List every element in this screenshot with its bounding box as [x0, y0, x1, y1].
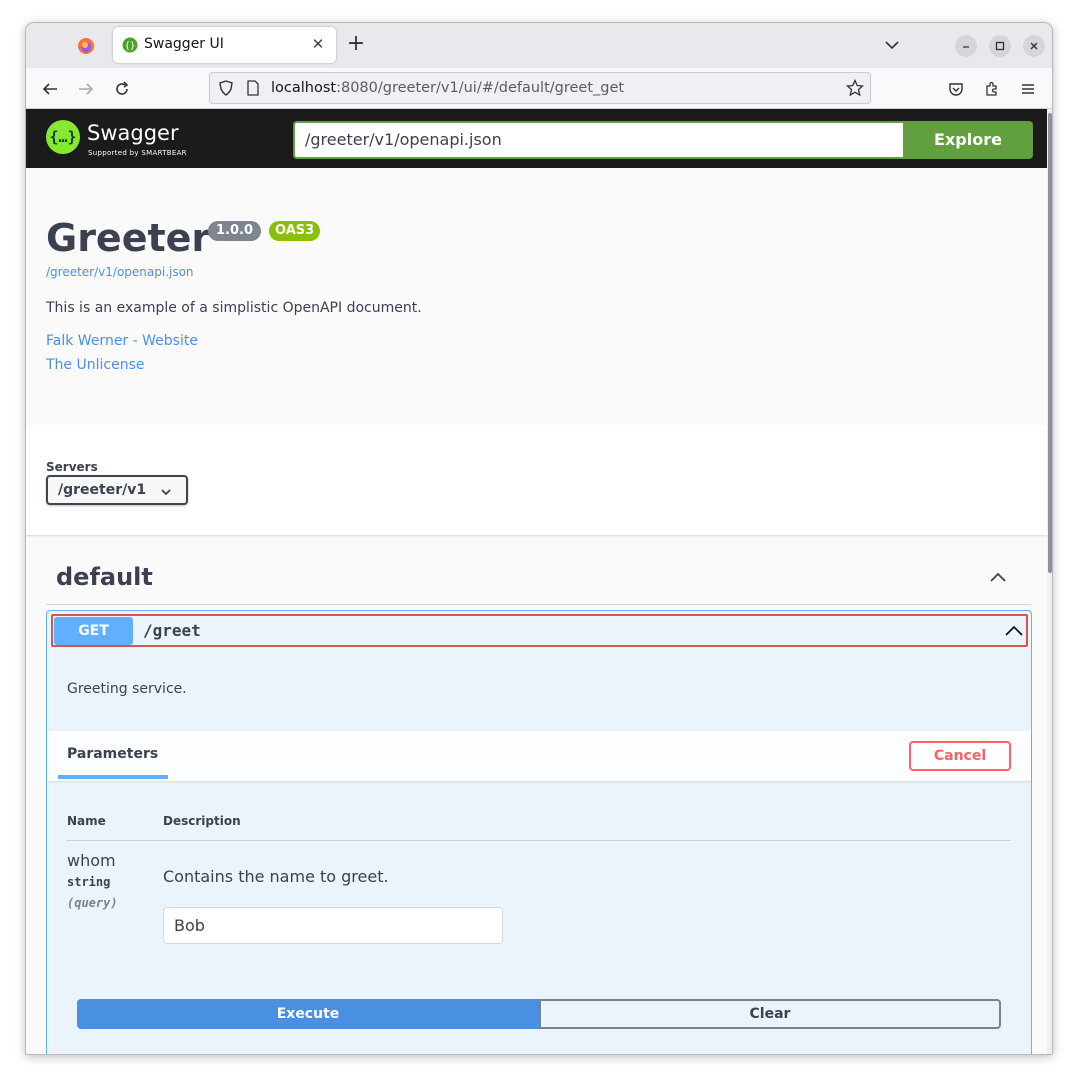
- close-window-icon[interactable]: [1023, 35, 1045, 57]
- back-arrow-icon[interactable]: [38, 77, 62, 101]
- tab-close-icon[interactable]: ✕: [308, 34, 328, 54]
- explore-form: /greeter/v1/openapi.json Explore: [293, 121, 1033, 159]
- servers-section: Servers /greeter/v1: [26, 425, 1048, 535]
- maximize-icon[interactable]: [989, 35, 1011, 57]
- parameters-header: Parameters Cancel: [47, 731, 1031, 781]
- operation-path: /greet: [143, 621, 201, 640]
- shield-icon[interactable]: [218, 80, 234, 100]
- operation-block: GET /greet Greeting service. Parameters …: [46, 610, 1032, 1054]
- server-select[interactable]: /greeter/v1: [46, 475, 188, 505]
- chevron-down-icon: [160, 483, 172, 496]
- address-bar[interactable]: localhost:8080/greeter/v1/ui/#/default/g…: [209, 72, 871, 104]
- license-link[interactable]: The Unlicense: [46, 357, 144, 373]
- swagger-logo-icon[interactable]: {…}: [46, 120, 80, 154]
- column-header-description: Description: [163, 814, 241, 828]
- operation-collapse-arrow-icon[interactable]: [1004, 621, 1024, 641]
- swagger-topbar: {…} Swagger Supported by SMARTBEAR /gree…: [26, 109, 1048, 168]
- swagger-favicon-icon: {}: [122, 37, 138, 53]
- new-tab-icon[interactable]: +: [344, 33, 368, 57]
- parameter-type: string: [67, 875, 111, 889]
- tag-heading[interactable]: default: [56, 563, 153, 591]
- navigation-toolbar: localhost:8080/greeter/v1/ui/#/default/g…: [26, 68, 1052, 109]
- scrollbar-thumb[interactable]: [1048, 113, 1052, 573]
- reload-icon[interactable]: [110, 77, 134, 101]
- url-path: :8080/greeter/v1/ui/#/default/greet_get: [336, 80, 625, 96]
- spec-url-input[interactable]: /greeter/v1/openapi.json: [293, 121, 903, 159]
- tab-parameters[interactable]: Parameters: [67, 746, 158, 762]
- parameter-location: (query): [67, 896, 118, 910]
- minimize-icon[interactable]: [955, 35, 977, 57]
- menu-hamburger-icon[interactable]: [1016, 77, 1040, 101]
- svg-text:{}: {}: [125, 42, 136, 52]
- contact-link[interactable]: Falk Werner - Website: [46, 333, 198, 349]
- api-title: Greeter: [46, 216, 211, 260]
- column-header-name: Name: [67, 814, 106, 828]
- api-description: This is an example of a simplistic OpenA…: [46, 300, 422, 316]
- pocket-icon[interactable]: [944, 77, 968, 101]
- operation-summary[interactable]: GET /greet: [51, 614, 1028, 647]
- clear-button[interactable]: Clear: [539, 999, 1001, 1029]
- forward-arrow-icon[interactable]: [74, 77, 98, 101]
- tab-strip: {} Swagger UI ✕ +: [26, 23, 1052, 68]
- explore-button[interactable]: Explore: [903, 121, 1033, 159]
- oas-badge: OAS3: [269, 221, 321, 241]
- url-host: localhost: [271, 80, 337, 96]
- parameter-name: whom: [67, 851, 116, 870]
- method-badge: GET: [54, 617, 133, 645]
- cancel-button[interactable]: Cancel: [909, 741, 1011, 771]
- page-info-icon[interactable]: [246, 80, 260, 100]
- execute-button[interactable]: Execute: [77, 999, 539, 1029]
- page-scrollbar[interactable]: [1047, 109, 1052, 1054]
- api-info: Greeter 1.0.0 OAS3 /greeter/v1/openapi.j…: [26, 168, 1048, 425]
- operation-description: Greeting service.: [67, 681, 187, 697]
- tag-collapse-arrow-icon[interactable]: [988, 568, 1008, 588]
- swagger-logo-text: Swagger: [87, 121, 179, 145]
- servers-label: Servers: [46, 460, 98, 474]
- spec-link[interactable]: /greeter/v1/openapi.json: [46, 265, 194, 279]
- url-text[interactable]: localhost:8080/greeter/v1/ui/#/default/g…: [271, 80, 624, 96]
- extensions-icon[interactable]: [980, 77, 1004, 101]
- parameter-whom-input[interactable]: Bob: [163, 907, 503, 944]
- browser-window: {} Swagger UI ✕ + localhost:8080/greeter…: [25, 22, 1053, 1055]
- swagger-logo-subtitle: Supported by SMARTBEAR: [88, 149, 187, 157]
- parameters-table-divider: [67, 840, 1011, 841]
- tag-divider: [46, 604, 1031, 605]
- server-selected-value: /greeter/v1: [58, 482, 147, 498]
- parameters-tab-underline: [58, 775, 168, 779]
- firefox-view-icon[interactable]: [75, 35, 97, 57]
- list-all-tabs-icon[interactable]: [882, 35, 902, 55]
- bookmark-star-icon[interactable]: [845, 78, 865, 101]
- tab-title: Swagger UI: [144, 36, 224, 52]
- tab-swagger-ui[interactable]: {} Swagger UI ✕: [113, 27, 336, 63]
- version-badge: 1.0.0: [208, 221, 262, 241]
- parameter-description: Contains the name to greet.: [163, 867, 389, 886]
